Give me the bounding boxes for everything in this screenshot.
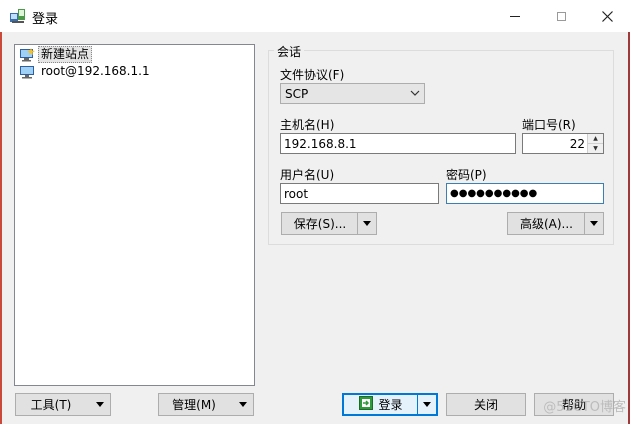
host-label: 主机名(H) <box>280 118 335 132</box>
user-value: root <box>284 186 309 201</box>
site-item-root[interactable]: root@192.168.1.1 <box>18 63 153 80</box>
password-value: ●●●●●●●●●● <box>450 188 538 199</box>
window-title: 登录 <box>32 12 59 27</box>
close-window-button[interactable] <box>584 0 630 32</box>
advanced-dropdown-icon[interactable] <box>584 213 603 234</box>
close-icon <box>601 10 613 22</box>
host-input[interactable]: 192.168.8.1 <box>280 133 516 154</box>
background-edge-left <box>0 32 2 424</box>
close-button-label: 关闭 <box>473 398 498 412</box>
maximize-icon <box>556 11 566 21</box>
login-button-main[interactable]: 登录 <box>344 395 418 414</box>
close-button[interactable]: 关闭 <box>446 393 526 416</box>
maximize-button[interactable] <box>538 0 584 32</box>
spin-down-icon[interactable]: ▼ <box>588 143 603 153</box>
save-button[interactable]: 保存(S)... <box>281 212 377 235</box>
password-label: 密码(P) <box>446 168 487 182</box>
site-item-label: 新建站点 <box>38 46 93 63</box>
port-value: 22 <box>569 136 585 151</box>
spin-up-icon[interactable]: ▲ <box>588 134 603 143</box>
advanced-button[interactable]: 高级(A)... <box>507 212 604 235</box>
save-dropdown-icon[interactable] <box>357 213 376 234</box>
login-button[interactable]: 登录 <box>342 393 438 416</box>
title-bar: 登录 <box>0 0 630 32</box>
login-icon <box>359 396 374 413</box>
login-dropdown-icon[interactable] <box>417 395 436 414</box>
watermark: @51CTO博客 <box>543 400 626 415</box>
port-spinner[interactable]: ▲ ▼ <box>587 134 603 153</box>
site-item-label: root@192.168.1.1 <box>41 64 150 78</box>
user-input[interactable]: root <box>280 183 439 204</box>
user-label: 用户名(U) <box>280 168 335 182</box>
port-label: 端口号(R) <box>522 118 576 132</box>
winscp-icon[interactable] <box>9 7 27 25</box>
chevron-down-icon <box>96 394 104 415</box>
protocol-select[interactable]: SCP <box>280 83 425 104</box>
site-item-new[interactable]: 新建站点 <box>18 46 93 63</box>
new-site-icon <box>18 47 36 62</box>
manage-button[interactable]: 管理(M) <box>158 393 254 416</box>
login-button-label: 登录 <box>378 398 403 412</box>
session-group-title: 会话 <box>274 43 305 60</box>
protocol-value: SCP <box>285 86 309 101</box>
port-input[interactable]: 22 ▲ ▼ <box>522 133 604 154</box>
chevron-down-icon <box>239 394 247 415</box>
minimize-button[interactable] <box>492 0 538 32</box>
site-tree[interactable]: 新建站点 root@192.168.1.1 <box>14 44 255 386</box>
password-input[interactable]: ●●●●●●●●●● <box>446 183 604 204</box>
advanced-button-label: 高级(A)... <box>519 217 574 231</box>
chevron-down-icon <box>410 87 420 101</box>
tools-button-label: 工具(T) <box>30 398 72 412</box>
tools-button[interactable]: 工具(T) <box>15 393 111 416</box>
computer-icon <box>18 64 36 79</box>
manage-button-label: 管理(M) <box>172 398 216 412</box>
host-value: 192.168.8.1 <box>284 136 357 151</box>
minimize-icon <box>510 15 520 17</box>
save-button-label: 保存(S)... <box>293 217 347 231</box>
protocol-label: 文件协议(F) <box>280 68 345 82</box>
